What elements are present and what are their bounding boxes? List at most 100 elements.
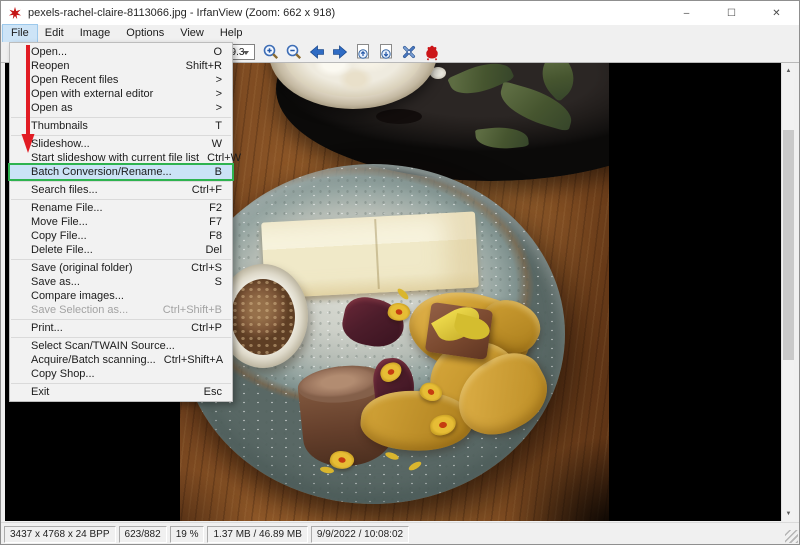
menu-item-shortcut: B (207, 166, 222, 178)
menu-item-label: Slideshow... (31, 138, 90, 150)
menu-item-label: Thumbnails (31, 120, 88, 132)
window-title: pexels-rachel-claire-8113066.jpg - Irfan… (28, 7, 335, 19)
menu-item-shortcut: Ctrl+Shift+A (156, 354, 223, 366)
scroll-down-button[interactable]: ▼ (782, 506, 795, 521)
menu-item-shortcut: S (207, 276, 222, 288)
combo-chevron-icon (243, 51, 249, 55)
page-arrow-down-icon (377, 43, 395, 61)
menu-item-shortcut: F8 (201, 230, 222, 242)
scrollbar-thumb[interactable] (783, 130, 794, 360)
menu-item-shortcut: Shift+R (178, 60, 222, 72)
menu-item-open-recent-files[interactable]: Open Recent files > (10, 73, 232, 87)
settings-tools-button[interactable] (400, 43, 418, 61)
menu-item-shortcut: Del (197, 244, 222, 256)
menu-item-label: Save Selection as... (31, 304, 128, 316)
menu-item-label: Reopen (31, 60, 70, 72)
menu-item-shortcut: O (205, 46, 222, 58)
menu-item-label: Save (original folder) (31, 262, 133, 274)
menubar-item-image[interactable]: Image (72, 25, 119, 42)
menu-item-save-original-folder[interactable]: Save (original folder) Ctrl+S (10, 261, 232, 275)
menubar-item-options[interactable]: Options (118, 25, 172, 42)
scroll-down-icon: ▼ (786, 511, 792, 517)
submenu-arrow-icon: > (208, 74, 222, 86)
menu-item-print[interactable]: Print...Ctrl+P (10, 321, 232, 335)
menu-item-reopen[interactable]: Reopen Shift+R (10, 59, 232, 73)
irfanview-devil-icon (423, 43, 441, 61)
menu-separator (11, 181, 231, 182)
menu-item-shortcut: T (207, 120, 222, 132)
menu-item-label: Open Recent files (31, 74, 118, 86)
menu-item-label: Copy Shop... (31, 368, 95, 380)
title-bar[interactable]: pexels-rachel-claire-8113066.jpg - Irfan… (1, 1, 799, 25)
arrow-right-icon (331, 43, 349, 61)
menu-item-shortcut: W (204, 138, 222, 150)
menu-item-compare-images[interactable]: Compare images... (10, 289, 232, 303)
menu-item-batch-conversion-rename[interactable]: Batch Conversion/Rename... B (10, 165, 232, 179)
apple-butter-sauce (231, 279, 295, 355)
page-up-file-button[interactable] (354, 43, 372, 61)
menu-item-shortcut: Ctrl+W (199, 152, 241, 164)
vertical-scrollbar[interactable]: ▲ ▼ (781, 63, 794, 521)
menu-item-select-scan-twain-source[interactable]: Select Scan/TWAIN Source... (10, 339, 232, 353)
page-arrow-up-icon (354, 43, 372, 61)
menu-separator (11, 383, 231, 384)
menu-item-open-as[interactable]: Open as> (10, 101, 232, 115)
menu-item-acquire-batch-scanning[interactable]: Acquire/Batch scanning...Ctrl+Shift+A (10, 353, 232, 367)
resize-grip[interactable] (785, 530, 798, 543)
status-bar: 3437 x 4768 x 24 BPP623/88219 %1.37 MB /… (1, 522, 800, 545)
menu-item-delete-file[interactable]: Delete File...Del (10, 243, 232, 257)
menu-item-save-as[interactable]: Save as...S (10, 275, 232, 289)
menu-separator (11, 117, 231, 118)
menu-item-shortcut: Ctrl+S (183, 262, 222, 274)
menu-item-label: Exit (31, 386, 49, 398)
menu-item-open[interactable]: Open...O (10, 45, 232, 59)
menu-item-copy-shop[interactable]: Copy Shop... (10, 367, 232, 381)
menubar-item-file[interactable]: File (3, 25, 37, 42)
submenu-arrow-icon: > (208, 102, 222, 114)
menu-item-slideshow[interactable]: Slideshow... W (10, 137, 232, 151)
menubar-item-view[interactable]: View (172, 25, 212, 42)
menu-separator (11, 135, 231, 136)
status-cell: 3437 x 4768 x 24 BPP (4, 526, 116, 543)
menubar-item-edit[interactable]: Edit (37, 25, 72, 42)
scroll-up-icon: ▲ (786, 68, 792, 74)
menu-item-label: Search files... (31, 184, 98, 196)
menu-item-exit[interactable]: ExitEsc (10, 385, 232, 399)
minimize-button[interactable]: – (664, 1, 709, 25)
menu-item-rename-file[interactable]: Rename File...F2 (10, 201, 232, 215)
menu-item-label: Acquire/Batch scanning... (31, 354, 156, 366)
sauce-puddle (376, 109, 422, 124)
menu-item-search-files[interactable]: Search files...Ctrl+F (10, 183, 232, 197)
menubar-item-help[interactable]: Help (212, 25, 251, 42)
menu-item-label: Copy File... (31, 230, 87, 242)
previous-file-button[interactable] (308, 43, 326, 61)
irfanview-app-icon (8, 6, 22, 20)
about-irfanview-button[interactable] (423, 43, 441, 61)
menu-item-label: Select Scan/TWAIN Source... (31, 340, 175, 352)
status-cell: 1.37 MB / 46.89 MB (207, 526, 307, 543)
menu-item-label: Batch Conversion/Rename... (31, 166, 172, 178)
menu-item-copy-file[interactable]: Copy File... F8 (10, 229, 232, 243)
next-file-button[interactable] (331, 43, 349, 61)
maximize-button[interactable]: ☐ (709, 1, 754, 25)
menu-item-shortcut: Ctrl+P (183, 322, 222, 334)
window-controls: –☐✕ (664, 1, 799, 25)
zoom-in-button[interactable] (262, 43, 280, 61)
menu-item-label: Compare images... (31, 290, 124, 302)
scroll-up-button[interactable]: ▲ (782, 63, 795, 78)
photo-food-plate (180, 63, 609, 521)
menu-item-thumbnails[interactable]: Thumbnails T (10, 119, 232, 133)
menu-item-save-selection-as[interactable]: Save Selection as...Ctrl+Shift+B (10, 303, 232, 317)
menu-item-label: Open with external editor (31, 88, 153, 100)
arrow-left-icon (308, 43, 326, 61)
page-down-file-button[interactable] (377, 43, 395, 61)
menu-item-label: Start slideshow with current file list (31, 152, 199, 164)
menu-item-move-file[interactable]: Move File...F7 (10, 215, 232, 229)
zoom-out-icon (285, 43, 303, 61)
menu-item-open-with-external-editor[interactable]: Open with external editor> (10, 87, 232, 101)
zoom-out-button[interactable] (285, 43, 303, 61)
menu-item-start-slideshow-with-current-file-list[interactable]: Start slideshow with current file listCt… (10, 151, 232, 165)
status-cell: 623/882 (119, 526, 167, 543)
close-button[interactable]: ✕ (754, 1, 799, 25)
irfanview-window: pexels-rachel-claire-8113066.jpg - Irfan… (0, 0, 800, 545)
